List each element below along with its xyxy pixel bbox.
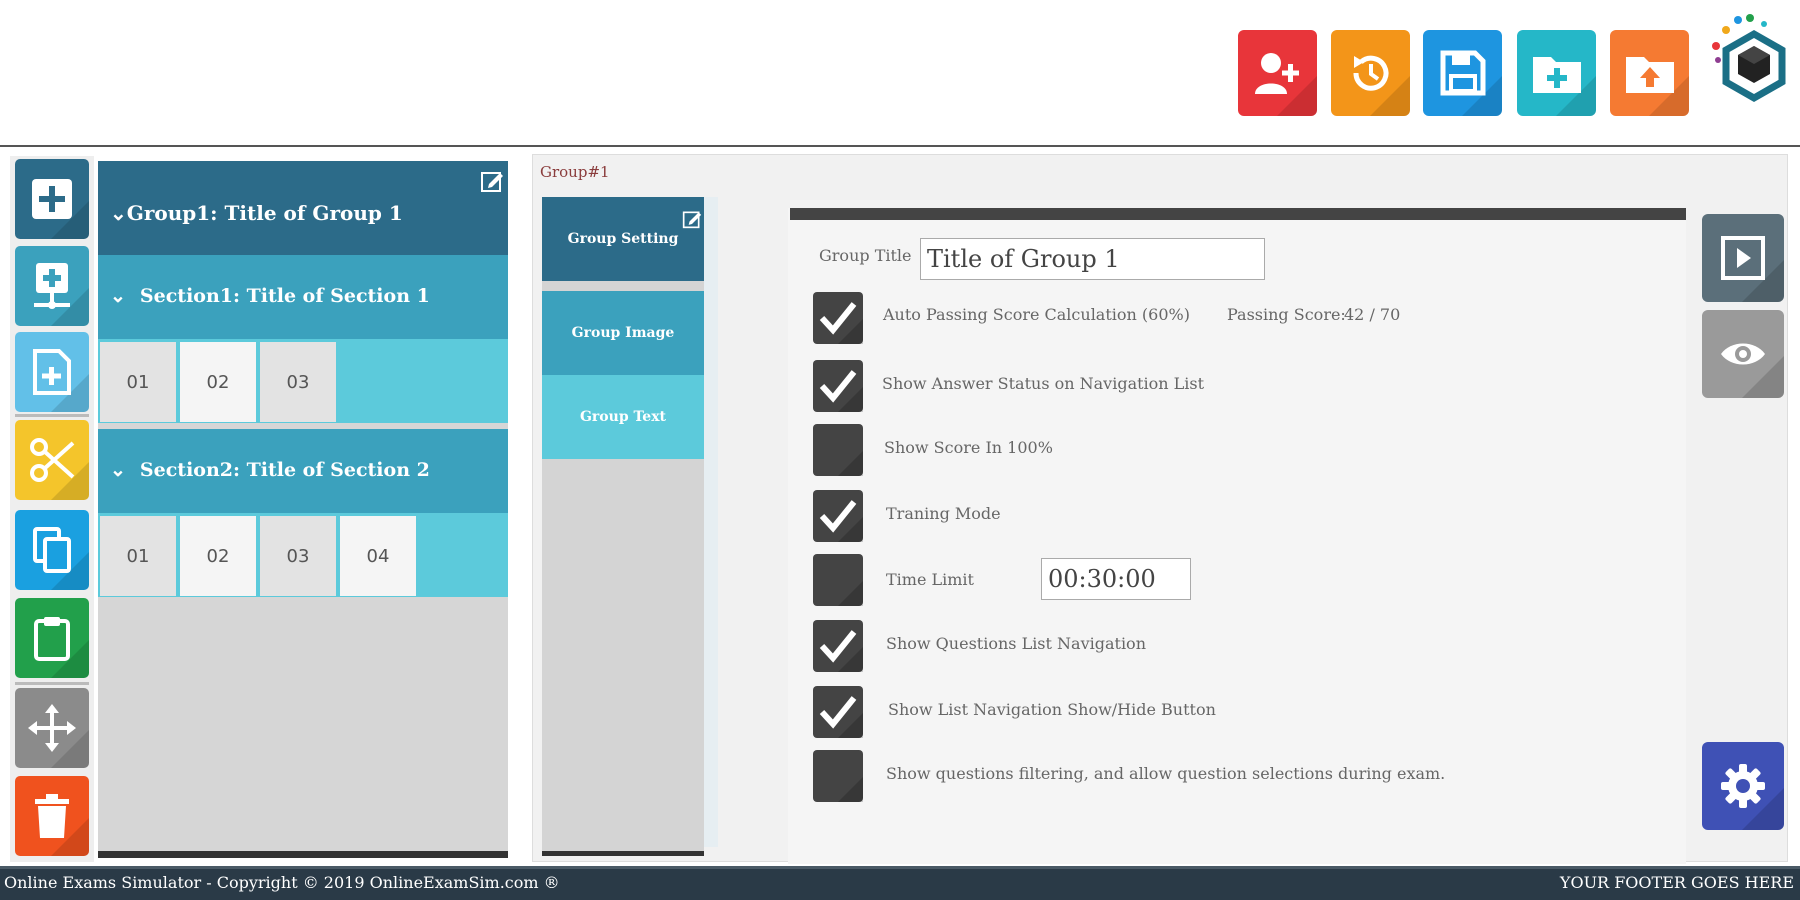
play-icon <box>1721 236 1765 280</box>
top-toolbar <box>0 0 1800 147</box>
add-user-button[interactable] <box>1238 30 1317 116</box>
nav-show-hide-checkbox[interactable] <box>813 686 863 738</box>
app-window: ⌄Group1: Title of Group 1 ⌄ Section1: Tit… <box>0 0 1800 900</box>
question-item[interactable]: 04 <box>340 516 416 596</box>
question-filtering-checkbox[interactable] <box>813 750 863 802</box>
tab-group-setting[interactable]: Group Setting <box>542 197 704 281</box>
paste-button[interactable] <box>15 598 89 678</box>
question-item[interactable]: 02 <box>180 342 256 422</box>
tool-column <box>10 156 94 862</box>
questions-list-nav-checkbox[interactable] <box>813 620 863 672</box>
structure-tree: ⌄Group1: Title of Group 1 ⌄ Section1: Tit… <box>98 161 508 858</box>
chevron-down-icon: ⌄ <box>110 285 126 307</box>
scissors-icon <box>30 438 75 482</box>
footer: Online Exams Simulator - Copyright © 201… <box>0 866 1800 900</box>
answer-status-checkbox[interactable] <box>813 360 863 412</box>
copy-icon <box>33 527 71 573</box>
question-strip: 01 02 03 <box>98 339 508 423</box>
tab-group-image[interactable]: Group Image <box>542 291 704 375</box>
question-item[interactable]: 02 <box>180 516 256 596</box>
settings-icon <box>1721 764 1765 808</box>
chevron-down-icon: ⌄ <box>110 459 126 481</box>
copy-button[interactable] <box>15 510 89 590</box>
question-item[interactable]: 03 <box>260 342 336 422</box>
time-limit-input[interactable] <box>1041 558 1191 600</box>
footer-custom-text: YOUR FOOTER GOES HERE <box>1559 873 1794 892</box>
training-mode-label: Traning Mode <box>886 504 1001 523</box>
form-top-bar <box>790 208 1686 220</box>
move-icon <box>28 704 76 752</box>
tree-section-row[interactable]: ⌄ Section1: Title of Section 1 <box>98 255 508 339</box>
question-filtering-label: Show questions filtering, and allow ques… <box>886 764 1446 783</box>
question-item[interactable]: 03 <box>260 516 336 596</box>
add-question-button[interactable] <box>15 332 89 412</box>
new-folder-icon <box>1532 57 1581 93</box>
tabs-scrollbar[interactable] <box>704 197 718 847</box>
time-limit-label: Time Limit <box>886 570 974 589</box>
tabs-bottom-bar <box>542 851 704 856</box>
upload-folder-icon <box>1625 57 1674 93</box>
add-question-icon <box>33 349 71 395</box>
edit-icon[interactable] <box>480 169 504 197</box>
move-button[interactable] <box>15 688 89 768</box>
history-button[interactable] <box>1331 30 1410 116</box>
tree-section-label: ⌄ Section2: Title of Section 2 <box>110 459 430 481</box>
nav-show-hide-label: Show List Navigation Show/Hide Button <box>888 700 1216 719</box>
breadcrumb: Group#1 <box>540 163 610 181</box>
save-button[interactable] <box>1423 30 1502 116</box>
add-section-button[interactable] <box>15 246 89 326</box>
tree-group-row[interactable]: ⌄Group1: Title of Group 1 <box>98 161 508 255</box>
eye-icon <box>1721 343 1765 365</box>
edit-icon[interactable] <box>682 209 702 233</box>
delete-button[interactable] <box>15 776 89 856</box>
footer-top-strip <box>0 866 1800 869</box>
cut-button[interactable] <box>15 420 89 500</box>
history-icon <box>1352 55 1388 91</box>
tree-group-label: ⌄Group1: Title of Group 1 <box>110 201 403 225</box>
new-folder-button[interactable] <box>1517 30 1596 116</box>
tree-section-label: ⌄ Section1: Title of Section 1 <box>110 285 430 307</box>
upload-folder-button[interactable] <box>1610 30 1689 116</box>
add-user-icon <box>1254 53 1299 94</box>
score-100-label: Show Score In 100% <box>884 438 1053 457</box>
score-100-checkbox[interactable] <box>813 424 863 476</box>
group-title-input[interactable] <box>920 238 1265 280</box>
training-mode-checkbox[interactable] <box>813 490 863 542</box>
passing-score-value: 42 / 70 <box>1344 305 1401 324</box>
tab-group-text[interactable]: Group Text <box>542 375 704 459</box>
question-strip: 01 02 03 04 <box>98 513 508 597</box>
tool-separator <box>15 682 89 685</box>
tree-section-row[interactable]: ⌄ Section2: Title of Section 2 <box>98 429 508 513</box>
tree-bottom-bar <box>98 851 508 858</box>
time-limit-checkbox[interactable] <box>813 554 863 606</box>
question-item[interactable]: 01 <box>100 342 176 422</box>
group-tabs: Group Setting Group Image Group Text <box>542 197 704 853</box>
questions-list-nav-label: Show Questions List Navigation <box>886 634 1146 653</box>
auto-passing-checkbox[interactable] <box>813 292 863 344</box>
settings-button[interactable] <box>1702 742 1784 830</box>
chevron-down-icon: ⌄ <box>110 201 127 225</box>
passing-score-label: Passing Score: <box>1227 305 1346 324</box>
logo-icon <box>1712 14 1786 103</box>
footer-copyright: Online Exams Simulator - Copyright © 201… <box>4 873 560 892</box>
paste-icon <box>34 617 70 661</box>
add-section-icon <box>34 263 70 309</box>
app-logo <box>1708 12 1790 108</box>
auto-passing-label: Auto Passing Score Calculation (60%) <box>883 305 1190 324</box>
question-item[interactable]: 01 <box>100 516 176 596</box>
answer-status-label: Show Answer Status on Navigation List <box>882 374 1205 393</box>
add-group-button[interactable] <box>15 159 89 239</box>
group-title-label: Group Title <box>819 246 912 265</box>
trash-icon <box>35 794 69 838</box>
view-button[interactable] <box>1702 310 1784 398</box>
plus-icon <box>32 179 72 219</box>
save-icon <box>1440 50 1485 96</box>
tool-separator <box>15 414 89 417</box>
preview-button[interactable] <box>1702 214 1784 302</box>
